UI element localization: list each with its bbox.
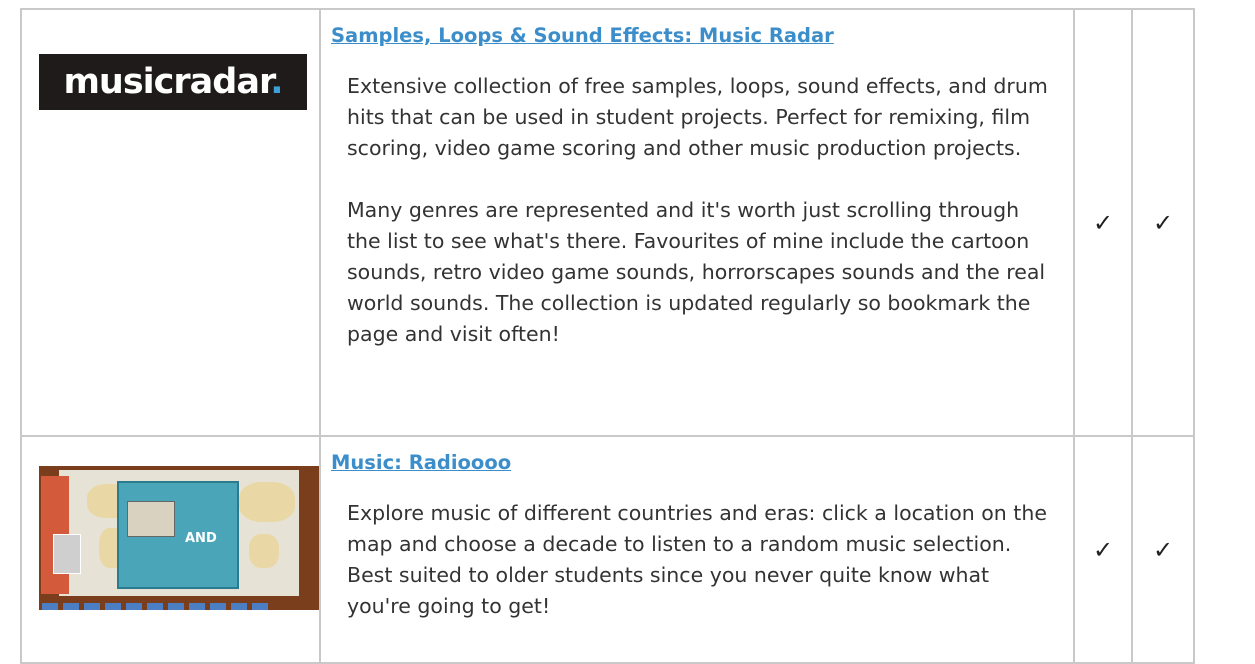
description: Explore music of different countries and… xyxy=(347,498,1053,622)
continent-shape xyxy=(239,482,295,522)
decade-bar xyxy=(39,596,319,610)
description-paragraph: Extensive collection of free samples, lo… xyxy=(347,74,1048,160)
check-cell: ✓ xyxy=(1073,435,1133,664)
photo-thumbnail xyxy=(53,534,81,574)
resource-link[interactable]: Samples, Loops & Sound Effects: Music Ra… xyxy=(331,24,834,47)
description-paragraph: Many genres are represented and it's wor… xyxy=(347,198,1046,346)
resource-link[interactable]: Music: Radioooo xyxy=(331,451,511,474)
table-row: AND Music: Radioooo Explore music of dif… xyxy=(20,435,1195,664)
image-cell: AND xyxy=(20,435,321,664)
map-preview xyxy=(127,501,175,537)
image-cell: musicradar. xyxy=(20,8,321,437)
description: Extensive collection of free samples, lo… xyxy=(347,71,1053,350)
musicradar-logo: musicradar. xyxy=(39,54,307,110)
dialog-label: AND xyxy=(185,531,217,546)
description-cell: Music: Radioooo Explore music of differe… xyxy=(319,435,1075,664)
table-row: musicradar. Samples, Loops & Sound Effec… xyxy=(20,8,1195,437)
continent-shape xyxy=(249,534,279,568)
logo-text: musicradar xyxy=(63,62,271,102)
check-cell: ✓ xyxy=(1073,8,1133,437)
check-mark: ✓ xyxy=(1092,208,1114,237)
description-paragraph: Explore music of different countries and… xyxy=(347,501,1047,618)
check-mark: ✓ xyxy=(1152,208,1174,237)
logo-dot: . xyxy=(270,62,283,102)
check-cell: ✓ xyxy=(1131,435,1195,664)
map-dialog: AND xyxy=(117,481,239,589)
resources-table: musicradar. Samples, Loops & Sound Effec… xyxy=(20,8,1195,664)
check-mark: ✓ xyxy=(1092,535,1114,564)
description-cell: Samples, Loops & Sound Effects: Music Ra… xyxy=(319,8,1075,437)
check-cell: ✓ xyxy=(1131,8,1195,437)
world-map-icon: AND xyxy=(39,466,319,610)
check-mark: ✓ xyxy=(1152,535,1174,564)
map-border-right xyxy=(299,466,319,610)
